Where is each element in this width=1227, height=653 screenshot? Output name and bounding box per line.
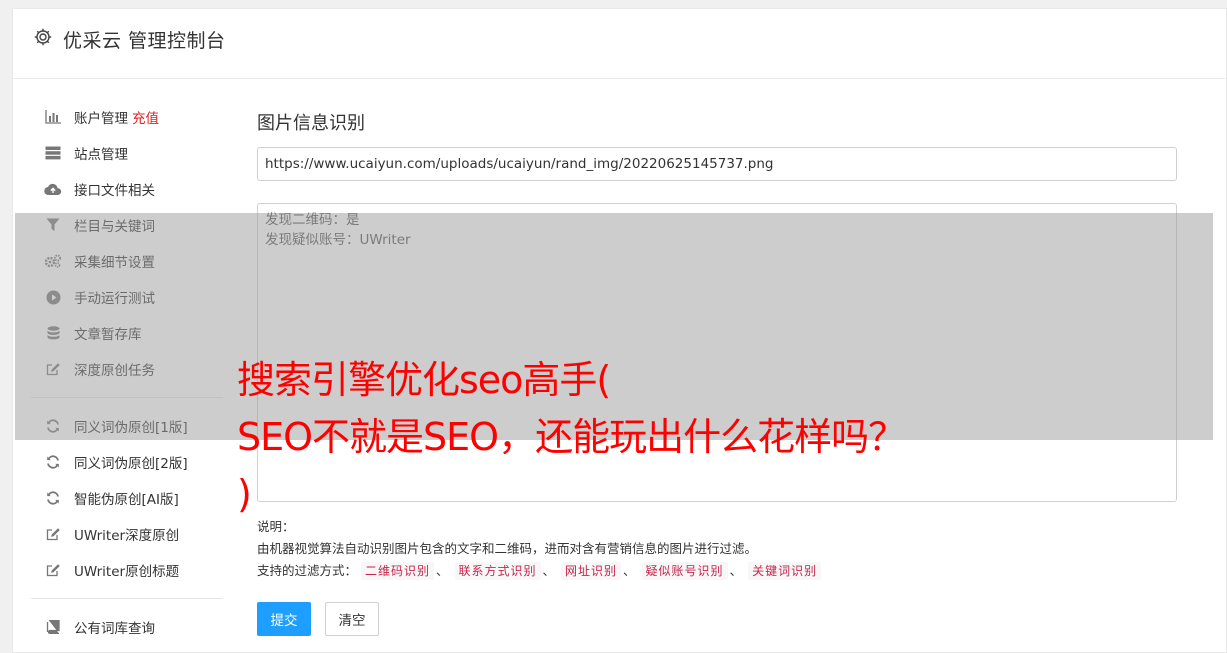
cogs-icon (43, 253, 63, 269)
recharge-link[interactable]: 充值 (132, 107, 159, 127)
filter-icon (43, 217, 63, 233)
sidebar-divider (31, 598, 223, 599)
filter-methods: 支持的过滤方式： 二维码识别、 联系方式识别、 网址识别、 疑似账号识别、 关键… (257, 560, 822, 582)
refresh-icon (43, 490, 63, 506)
refresh-icon (43, 418, 63, 434)
sidebar-item-label: 深度原创任务 (74, 363, 155, 379)
overlay-line: SEO不就是SEO，还能玩出什么花样吗？ (237, 415, 906, 459)
sidebar-item-sites[interactable]: 站点管理 (31, 135, 223, 171)
sidebar-item-columns-keywords[interactable]: 栏目与关键词 (31, 207, 223, 243)
overlay-headline: 搜索引擎优化seo高手( SEO不就是SEO，还能玩出什么花样吗？ ) (237, 352, 1017, 523)
sidebar-item-label: 栏目与关键词 (74, 219, 155, 235)
submit-button[interactable]: 提交 (257, 602, 311, 636)
sidebar-item-label: 接口文件相关 (74, 183, 155, 199)
page-title: 图片信息识别 (257, 113, 365, 134)
cloud-upload-icon (43, 181, 63, 197)
sidebar-item-uwriter-title[interactable]: UWriter原创标题 (31, 552, 223, 588)
sidebar-item-label: UWriter深度原创 (74, 528, 180, 544)
sidebar-item-label: 站点管理 (74, 147, 128, 163)
edit-icon (43, 361, 63, 377)
sidebar-item-crawl-settings[interactable]: 采集细节设置 (31, 243, 223, 279)
header: 优采云 管理控制台 (13, 9, 1226, 79)
database-icon (43, 325, 63, 341)
filter-chip-qrcode: 二维码识别 (361, 562, 435, 580)
sidebar-item-label: 同义词伪原创[1版] (74, 420, 188, 436)
separator: 、 (623, 563, 636, 578)
book-icon (43, 619, 63, 635)
play-circle-icon (43, 289, 63, 305)
sidebar-item-label: 文章暂存库 (74, 327, 142, 343)
separator: 、 (436, 563, 449, 578)
sidebar-item-label: 公有词库查询 (74, 621, 155, 637)
notes: 说明： 由机器视觉算法自动识别图片包含的文字和二维码，进而对含有营销信息的图片进… (257, 516, 822, 582)
sidebar: 账户管理 充值 站点管理 接口文件相关 栏目与关键词 采集细节设置 手动运行测试… (31, 99, 223, 645)
separator: 、 (729, 563, 743, 578)
sidebar-item-manual-test[interactable]: 手动运行测试 (31, 279, 223, 315)
filter-chip-account: 疑似账号识别 (641, 562, 728, 580)
notes-description: 由机器视觉算法自动识别图片包含的文字和二维码，进而对含有营销信息的图片进行过滤。 (257, 541, 758, 556)
sidebar-item-public-lexicon[interactable]: 公有词库查询 (31, 609, 223, 645)
refresh-icon (43, 454, 63, 470)
sidebar-item-label: 手动运行测试 (74, 291, 155, 307)
sidebar-item-account[interactable]: 账户管理 充值 (31, 99, 223, 135)
sidebar-item-label: 智能伪原创[AI版] (74, 492, 179, 508)
filter-chip-url: 网址识别 (561, 562, 622, 580)
overlay-line: ) (237, 472, 252, 516)
sidebar-divider (31, 397, 223, 398)
gear-icon (33, 27, 53, 47)
console-panel: 优采云 管理控制台 账户管理 充值 站点管理 接口文件相关 栏目与关键词 采集细… (12, 8, 1227, 653)
sidebar-item-deep-original[interactable]: 深度原创任务 (31, 351, 223, 387)
sidebar-item-uwriter-original[interactable]: UWriter深度原创 (31, 516, 223, 552)
clear-button[interactable]: 清空 (325, 602, 379, 636)
image-url-input[interactable] (257, 147, 1177, 181)
sidebar-item-article-store[interactable]: 文章暂存库 (31, 315, 223, 351)
filter-chip-keyword: 关键词识别 (748, 562, 822, 580)
main-content: 图片信息识别 发现二维码：是 发现疑似账号：UWriter 说明： 由机器视觉算… (257, 99, 1177, 636)
sidebar-item-synonym-v1[interactable]: 同义词伪原创[1版] (31, 408, 223, 444)
bar-chart-icon (43, 109, 63, 125)
server-icon (43, 145, 63, 161)
edit-icon (43, 526, 63, 542)
sidebar-item-label: 采集细节设置 (74, 255, 155, 271)
filter-label: 支持的过滤方式： (257, 563, 358, 578)
sidebar-item-synonym-v2[interactable]: 同义词伪原创[2版] (31, 444, 223, 480)
sidebar-item-api-files[interactable]: 接口文件相关 (31, 171, 223, 207)
sidebar-item-label: UWriter原创标题 (74, 564, 180, 580)
sidebar-item-ai-rewrite[interactable]: 智能伪原创[AI版] (31, 480, 223, 516)
separator: 、 (542, 563, 556, 578)
overlay-line: 搜索引擎优化seo高手( (237, 358, 611, 402)
edit-icon (43, 562, 63, 578)
filter-chip-contact: 联系方式识别 (454, 562, 541, 580)
sidebar-item-label: 同义词伪原创[2版] (74, 456, 188, 472)
console-title: 优采云 管理控制台 (63, 30, 226, 52)
sidebar-item-label: 账户管理 (74, 111, 128, 127)
